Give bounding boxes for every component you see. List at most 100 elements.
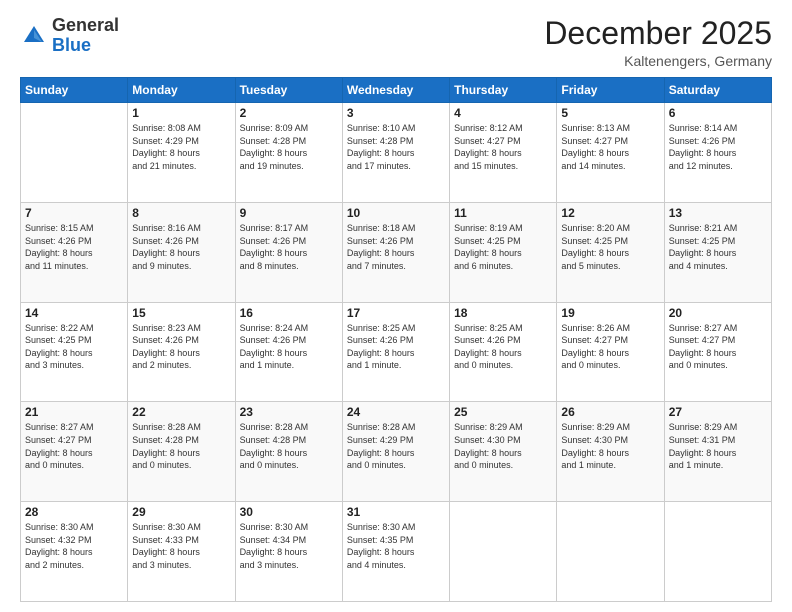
day-info: Sunrise: 8:26 AM Sunset: 4:27 PM Dayligh… <box>561 322 659 372</box>
table-cell: 12 Sunrise: 8:20 AM Sunset: 4:25 PM Dayli… <box>557 202 664 302</box>
day-info: Sunrise: 8:13 AM Sunset: 4:27 PM Dayligh… <box>561 122 659 172</box>
day-number: 13 <box>669 206 767 220</box>
header-saturday: Saturday <box>664 78 771 103</box>
day-number: 30 <box>240 505 338 519</box>
calendar-table: Sunday Monday Tuesday Wednesday Thursday… <box>20 77 772 602</box>
table-cell: 8 Sunrise: 8:16 AM Sunset: 4:26 PM Daylig… <box>128 202 235 302</box>
day-number: 22 <box>132 405 230 419</box>
table-cell: 14 Sunrise: 8:22 AM Sunset: 4:25 PM Dayli… <box>21 302 128 402</box>
table-cell: 22 Sunrise: 8:28 AM Sunset: 4:28 PM Dayli… <box>128 402 235 502</box>
day-number: 10 <box>347 206 445 220</box>
day-number: 20 <box>669 306 767 320</box>
logo-blue-text: Blue <box>52 35 91 55</box>
day-info: Sunrise: 8:14 AM Sunset: 4:26 PM Dayligh… <box>669 122 767 172</box>
table-cell: 25Sunrise: 8:29 AM Sunset: 4:30 PM Dayli… <box>450 402 557 502</box>
day-number: 17 <box>347 306 445 320</box>
table-cell: 27Sunrise: 8:29 AM Sunset: 4:31 PM Dayli… <box>664 402 771 502</box>
day-number: 1 <box>132 106 230 120</box>
table-cell: 20 Sunrise: 8:27 AM Sunset: 4:27 PM Dayli… <box>664 302 771 402</box>
table-cell <box>21 103 128 203</box>
day-info: Sunrise: 8:15 AM Sunset: 4:26 PM Dayligh… <box>25 222 123 272</box>
table-cell: 7 Sunrise: 8:15 AM Sunset: 4:26 PM Daylig… <box>21 202 128 302</box>
table-cell: 10 Sunrise: 8:18 AM Sunset: 4:26 PM Dayli… <box>342 202 449 302</box>
day-number: 5 <box>561 106 659 120</box>
day-info: Sunrise: 8:17 AM Sunset: 4:26 PM Dayligh… <box>240 222 338 272</box>
days-header-row: Sunday Monday Tuesday Wednesday Thursday… <box>21 78 772 103</box>
location: Kaltenengers, Germany <box>544 53 772 69</box>
page: General Blue December 2025 Kaltenengers,… <box>0 0 792 612</box>
day-number: 9 <box>240 206 338 220</box>
day-number: 28 <box>25 505 123 519</box>
table-cell: 5 Sunrise: 8:13 AM Sunset: 4:27 PM Daylig… <box>557 103 664 203</box>
day-number: 14 <box>25 306 123 320</box>
day-info: Sunrise: 8:29 AM Sunset: 4:30 PM Dayligh… <box>561 421 659 471</box>
day-info: Sunrise: 8:30 AM Sunset: 4:33 PM Dayligh… <box>132 521 230 571</box>
day-number: 2 <box>240 106 338 120</box>
day-info: Sunrise: 8:09 AM Sunset: 4:28 PM Dayligh… <box>240 122 338 172</box>
day-info: Sunrise: 8:10 AM Sunset: 4:28 PM Dayligh… <box>347 122 445 172</box>
day-info: Sunrise: 8:28 AM Sunset: 4:28 PM Dayligh… <box>132 421 230 471</box>
day-info: Sunrise: 8:16 AM Sunset: 4:26 PM Dayligh… <box>132 222 230 272</box>
day-info: Sunrise: 8:20 AM Sunset: 4:25 PM Dayligh… <box>561 222 659 272</box>
table-cell: 31Sunrise: 8:30 AM Sunset: 4:35 PM Dayli… <box>342 502 449 602</box>
table-cell: 16 Sunrise: 8:24 AM Sunset: 4:26 PM Dayli… <box>235 302 342 402</box>
table-cell: 30Sunrise: 8:30 AM Sunset: 4:34 PM Dayli… <box>235 502 342 602</box>
day-info: Sunrise: 8:28 AM Sunset: 4:28 PM Dayligh… <box>240 421 338 471</box>
day-number: 11 <box>454 206 552 220</box>
day-number: 8 <box>132 206 230 220</box>
logo-icon <box>20 22 48 50</box>
day-info: Sunrise: 8:18 AM Sunset: 4:26 PM Dayligh… <box>347 222 445 272</box>
table-cell <box>557 502 664 602</box>
day-number: 6 <box>669 106 767 120</box>
header-sunday: Sunday <box>21 78 128 103</box>
table-cell: 26 Sunrise: 8:29 AM Sunset: 4:30 PM Dayli… <box>557 402 664 502</box>
day-number: 15 <box>132 306 230 320</box>
day-number: 16 <box>240 306 338 320</box>
logo-general-text: General <box>52 15 119 35</box>
day-number: 18 <box>454 306 552 320</box>
table-cell: 24 Sunrise: 8:28 AM Sunset: 4:29 PM Dayli… <box>342 402 449 502</box>
day-number: 19 <box>561 306 659 320</box>
day-info: Sunrise: 8:12 AM Sunset: 4:27 PM Dayligh… <box>454 122 552 172</box>
header: General Blue December 2025 Kaltenengers,… <box>20 16 772 69</box>
day-info: Sunrise: 8:21 AM Sunset: 4:25 PM Dayligh… <box>669 222 767 272</box>
day-info: Sunrise: 8:27 AM Sunset: 4:27 PM Dayligh… <box>25 421 123 471</box>
day-info: Sunrise: 8:25 AM Sunset: 4:26 PM Dayligh… <box>454 322 552 372</box>
day-number: 24 <box>347 405 445 419</box>
day-info: Sunrise: 8:28 AM Sunset: 4:29 PM Dayligh… <box>347 421 445 471</box>
table-cell: 15Sunrise: 8:23 AM Sunset: 4:26 PM Dayli… <box>128 302 235 402</box>
day-number: 26 <box>561 405 659 419</box>
day-number: 12 <box>561 206 659 220</box>
day-info: Sunrise: 8:08 AM Sunset: 4:29 PM Dayligh… <box>132 122 230 172</box>
logo: General Blue <box>20 16 119 56</box>
month-title: December 2025 <box>544 16 772 51</box>
header-thursday: Thursday <box>450 78 557 103</box>
day-number: 21 <box>25 405 123 419</box>
table-cell <box>450 502 557 602</box>
day-number: 29 <box>132 505 230 519</box>
day-info: Sunrise: 8:24 AM Sunset: 4:26 PM Dayligh… <box>240 322 338 372</box>
day-info: Sunrise: 8:25 AM Sunset: 4:26 PM Dayligh… <box>347 322 445 372</box>
day-number: 25 <box>454 405 552 419</box>
day-number: 4 <box>454 106 552 120</box>
table-cell: 19 Sunrise: 8:26 AM Sunset: 4:27 PM Dayli… <box>557 302 664 402</box>
table-cell: 18 Sunrise: 8:25 AM Sunset: 4:26 PM Dayli… <box>450 302 557 402</box>
table-cell: 17 Sunrise: 8:25 AM Sunset: 4:26 PM Dayli… <box>342 302 449 402</box>
header-tuesday: Tuesday <box>235 78 342 103</box>
table-cell: 4 Sunrise: 8:12 AM Sunset: 4:27 PM Daylig… <box>450 103 557 203</box>
day-info: Sunrise: 8:22 AM Sunset: 4:25 PM Dayligh… <box>25 322 123 372</box>
day-number: 23 <box>240 405 338 419</box>
day-number: 31 <box>347 505 445 519</box>
header-monday: Monday <box>128 78 235 103</box>
day-number: 27 <box>669 405 767 419</box>
table-cell: 11Sunrise: 8:19 AM Sunset: 4:25 PM Dayli… <box>450 202 557 302</box>
table-cell: 23 Sunrise: 8:28 AM Sunset: 4:28 PM Dayli… <box>235 402 342 502</box>
table-cell: 6 Sunrise: 8:14 AM Sunset: 4:26 PM Daylig… <box>664 103 771 203</box>
day-info: Sunrise: 8:30 AM Sunset: 4:32 PM Dayligh… <box>25 521 123 571</box>
day-info: Sunrise: 8:27 AM Sunset: 4:27 PM Dayligh… <box>669 322 767 372</box>
table-cell: 1 Sunrise: 8:08 AM Sunset: 4:29 PM Daylig… <box>128 103 235 203</box>
day-number: 3 <box>347 106 445 120</box>
header-wednesday: Wednesday <box>342 78 449 103</box>
table-cell: 2 Sunrise: 8:09 AM Sunset: 4:28 PM Daylig… <box>235 103 342 203</box>
day-number: 7 <box>25 206 123 220</box>
